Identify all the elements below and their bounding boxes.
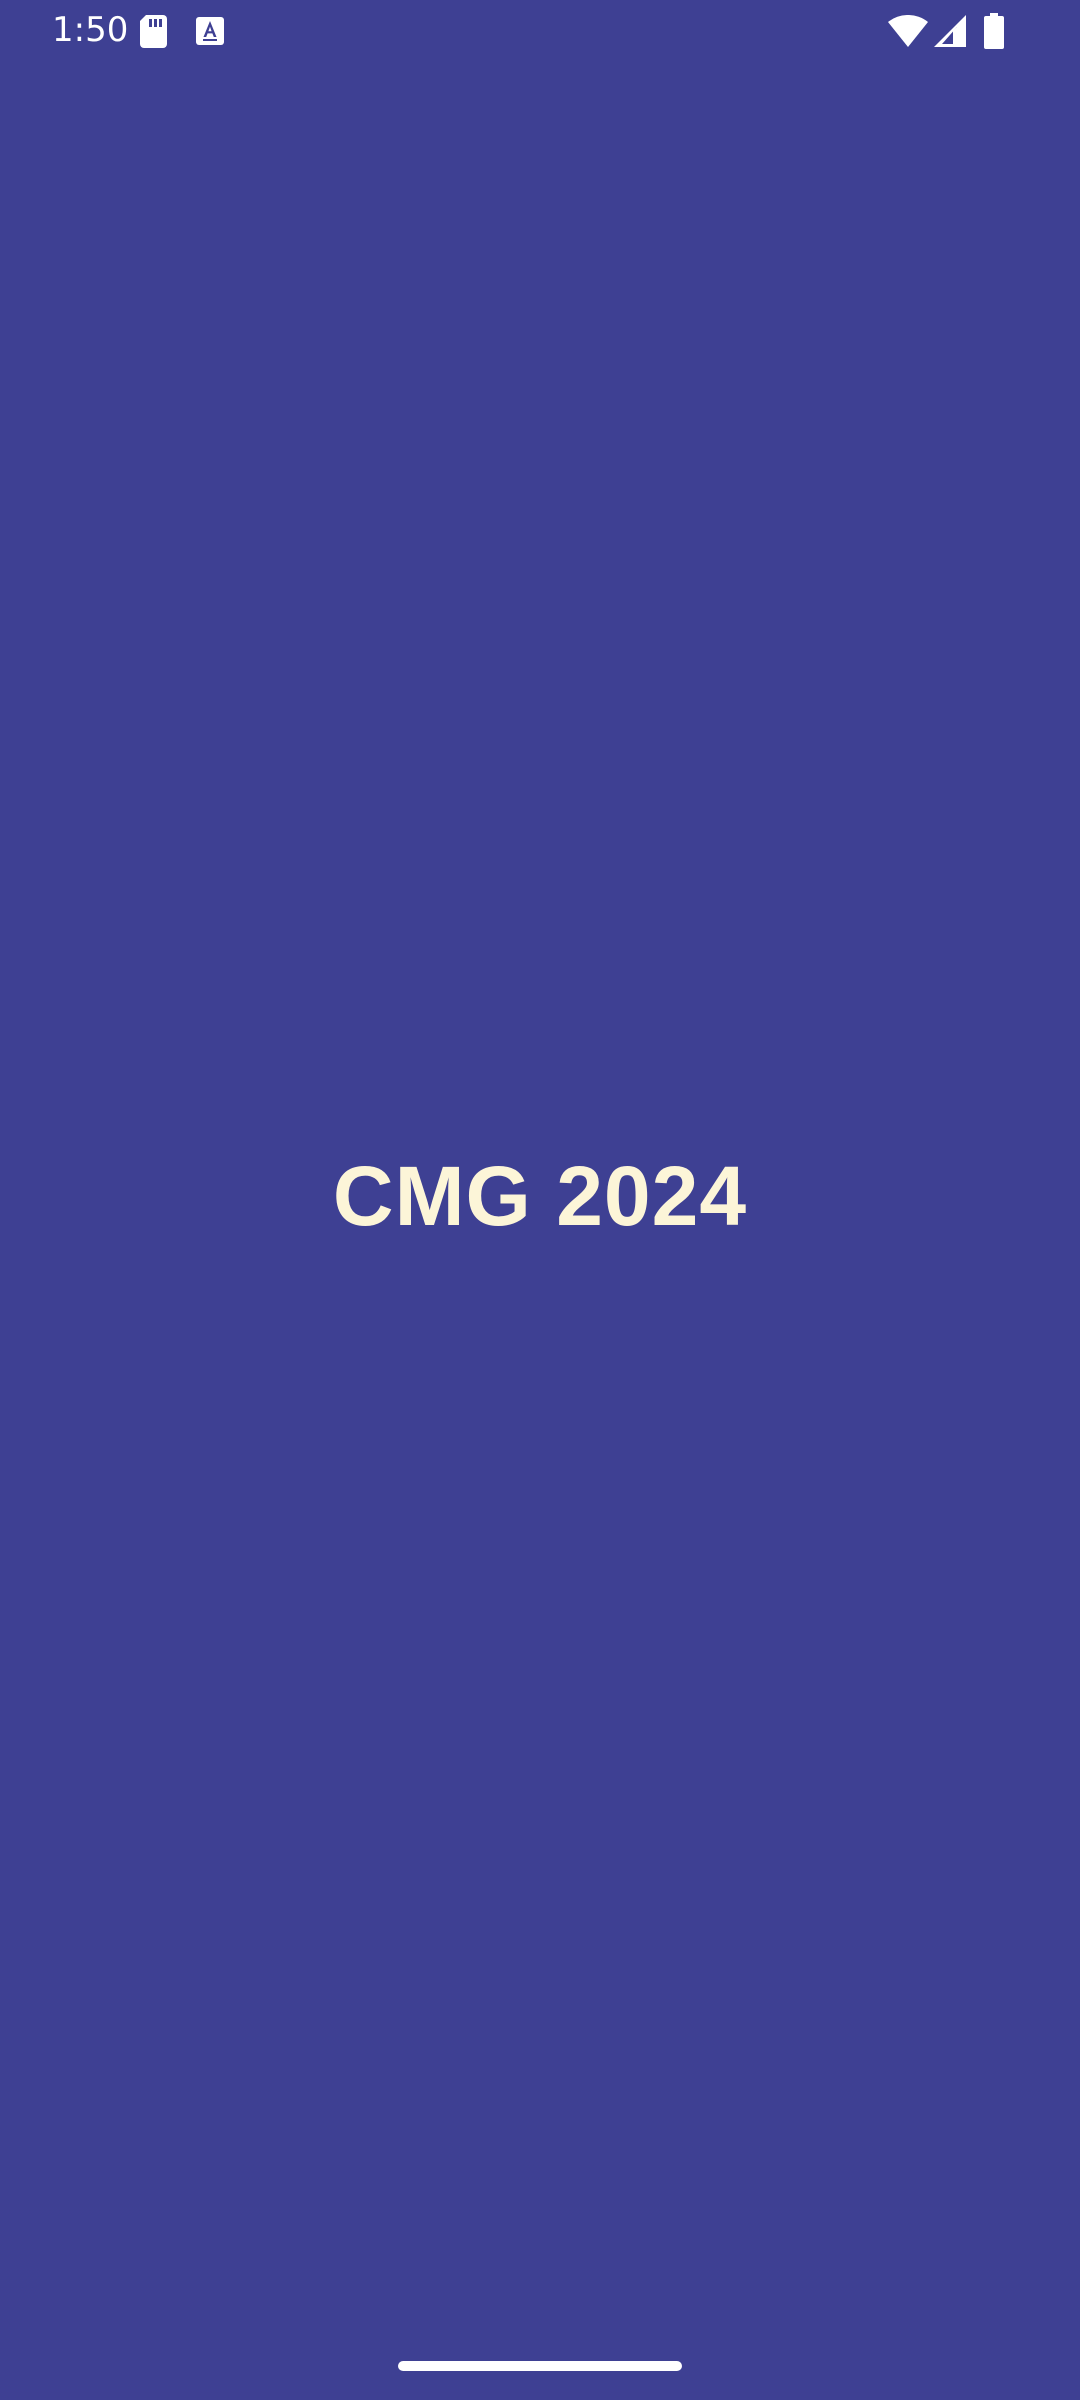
sd-card-icon (140, 15, 167, 48)
status-time: 1:50 (52, 10, 129, 50)
splash-title: CMG 2024 (332, 1149, 748, 1243)
keyboard-a-icon (196, 17, 224, 45)
wifi-icon (888, 15, 928, 47)
home-indicator[interactable] (398, 2361, 682, 2371)
cell-signal-icon (934, 15, 966, 47)
status-bar: 1:50 (0, 0, 1080, 64)
battery-icon (984, 13, 1004, 49)
